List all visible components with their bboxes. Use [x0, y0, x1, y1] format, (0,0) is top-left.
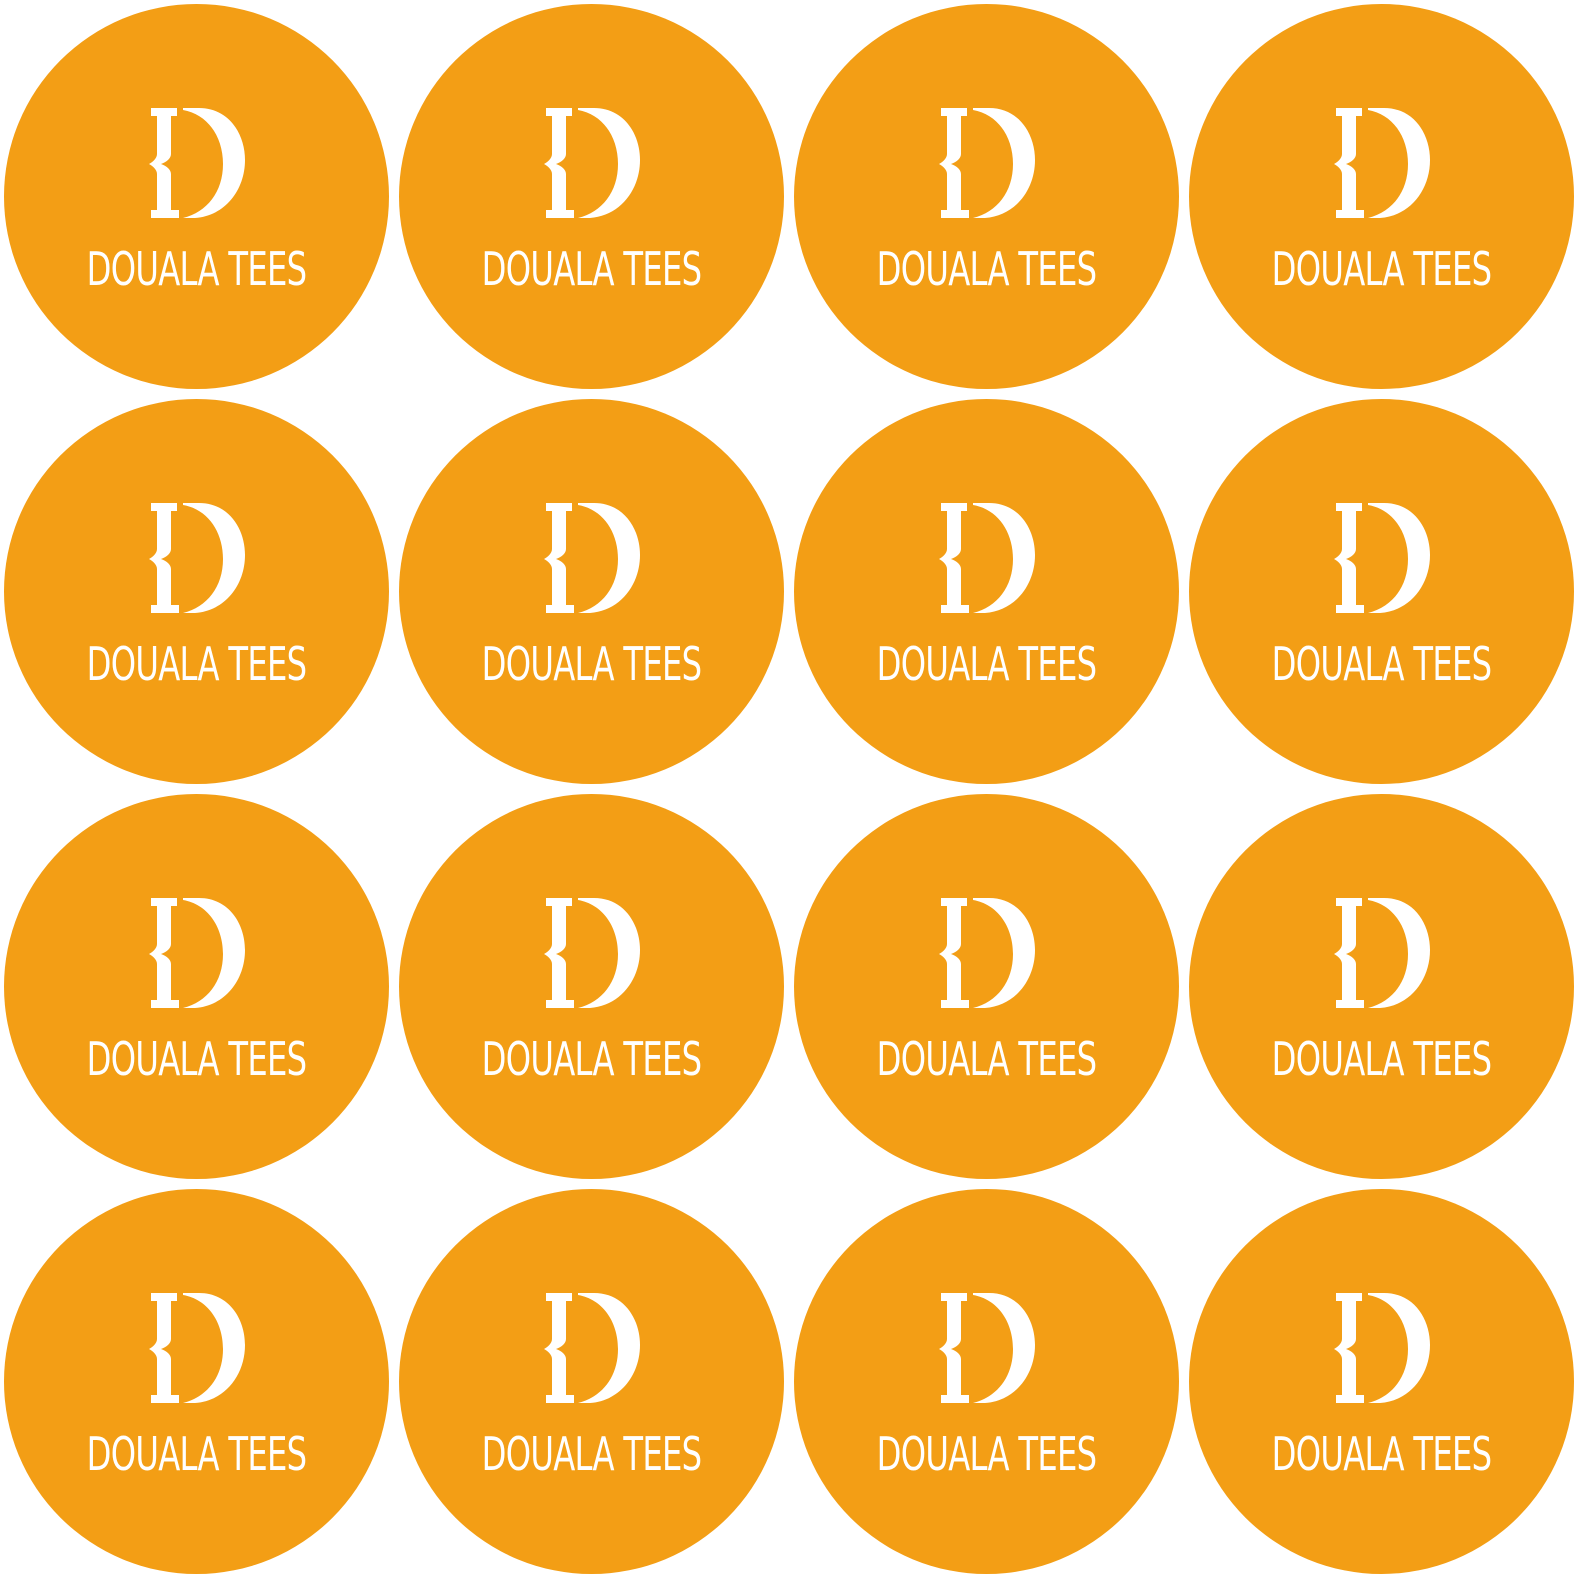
sticker: DOUALA TEES — [4, 4, 389, 389]
db-monogram-icon — [939, 1293, 1035, 1403]
brand-wordmark: DOUALA TEES — [86, 242, 307, 296]
brand-wordmark: DOUALA TEES — [1271, 242, 1492, 296]
db-monogram-icon — [1334, 898, 1430, 1008]
brand-wordmark: DOUALA TEES — [86, 1427, 307, 1481]
db-monogram-icon — [544, 898, 640, 1008]
sticker: DOUALA TEES — [399, 4, 784, 389]
sticker: DOUALA TEES — [1189, 794, 1574, 1179]
brand-wordmark: DOUALA TEES — [86, 1032, 307, 1086]
sticker: DOUALA TEES — [794, 399, 1179, 784]
sticker: DOUALA TEES — [1189, 4, 1574, 389]
sticker: DOUALA TEES — [4, 1189, 389, 1574]
sticker: DOUALA TEES — [794, 1189, 1179, 1574]
sticker: DOUALA TEES — [794, 4, 1179, 389]
brand-wordmark: DOUALA TEES — [481, 242, 702, 296]
sticker: DOUALA TEES — [1189, 1189, 1574, 1574]
db-monogram-icon — [544, 108, 640, 218]
db-monogram-icon — [149, 503, 245, 613]
db-monogram-icon — [544, 1293, 640, 1403]
sticker: DOUALA TEES — [399, 399, 784, 784]
db-monogram-icon — [1334, 108, 1430, 218]
db-monogram-icon — [149, 1293, 245, 1403]
brand-wordmark: DOUALA TEES — [86, 637, 307, 691]
db-monogram-icon — [939, 503, 1035, 613]
sticker: DOUALA TEES — [399, 794, 784, 1179]
brand-wordmark: DOUALA TEES — [1271, 1427, 1492, 1481]
brand-wordmark: DOUALA TEES — [876, 242, 1097, 296]
brand-wordmark: DOUALA TEES — [481, 1032, 702, 1086]
sticker: DOUALA TEES — [794, 794, 1179, 1179]
db-monogram-icon — [939, 898, 1035, 1008]
brand-wordmark: DOUALA TEES — [1271, 637, 1492, 691]
brand-wordmark: DOUALA TEES — [876, 1427, 1097, 1481]
db-monogram-icon — [149, 898, 245, 1008]
db-monogram-icon — [1334, 1293, 1430, 1403]
sticker: DOUALA TEES — [1189, 399, 1574, 784]
sticker: DOUALA TEES — [4, 399, 389, 784]
sticker: DOUALA TEES — [4, 794, 389, 1179]
db-monogram-icon — [939, 108, 1035, 218]
brand-wordmark: DOUALA TEES — [481, 1427, 702, 1481]
brand-wordmark: DOUALA TEES — [1271, 1032, 1492, 1086]
db-monogram-icon — [1334, 503, 1430, 613]
sticker: DOUALA TEES — [399, 1189, 784, 1574]
sticker-sheet: DOUALA TEES DOUALA TEES DOUALA TEES DOUA… — [4, 4, 1576, 1576]
brand-wordmark: DOUALA TEES — [876, 637, 1097, 691]
db-monogram-icon — [149, 108, 245, 218]
brand-wordmark: DOUALA TEES — [481, 637, 702, 691]
brand-wordmark: DOUALA TEES — [876, 1032, 1097, 1086]
db-monogram-icon — [544, 503, 640, 613]
